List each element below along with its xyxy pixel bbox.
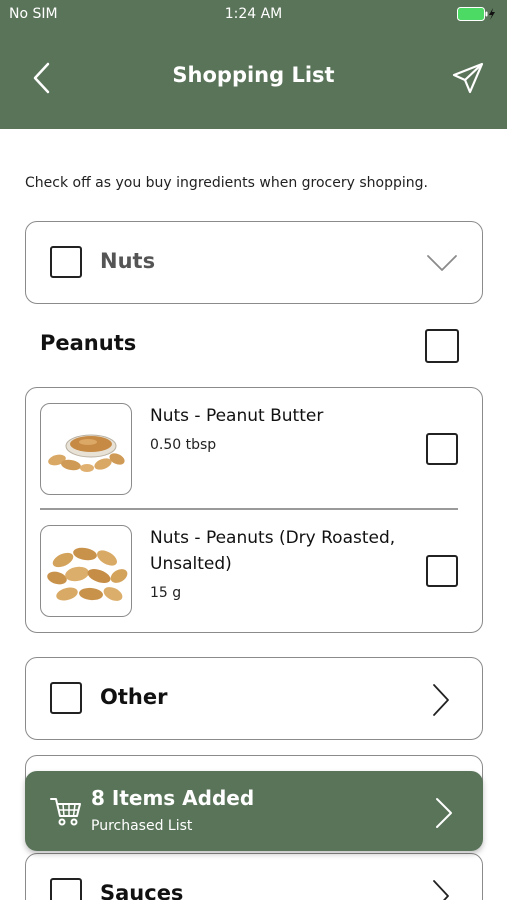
category-checkbox-sauces[interactable] — [50, 878, 82, 900]
chevron-right-icon[interactable] — [432, 683, 450, 717]
category-label-sauces: Sauces — [100, 881, 184, 900]
status-bar: No SIM 1:24 AM — [0, 0, 507, 28]
category-checkbox-other[interactable] — [50, 682, 82, 714]
page-title: Shopping List — [172, 63, 335, 87]
item-image-peanuts — [40, 525, 132, 617]
item-divider — [40, 508, 458, 510]
chevron-down-icon[interactable] — [426, 254, 458, 272]
category-card-sauces[interactable]: Sauces — [25, 853, 483, 900]
item-quantity: 0.50 tbsp — [150, 437, 217, 453]
item-checkbox[interactable] — [426, 433, 458, 465]
nav-bar: Shopping List — [0, 28, 507, 129]
item-name: Nuts - Peanut Butter — [150, 406, 324, 426]
category-card-other[interactable]: Other — [25, 657, 483, 740]
item-name: Nuts - Peanuts (Dry Roasted, Unsalted) — [150, 528, 396, 574]
category-checkbox-nuts[interactable] — [50, 246, 82, 278]
item-checkbox[interactable] — [426, 555, 458, 587]
chevron-right-icon[interactable] — [432, 879, 450, 900]
category-card-nuts[interactable]: Nuts — [25, 221, 483, 304]
shopping-cart-icon — [50, 798, 81, 826]
item-quantity: 15 g — [150, 585, 182, 601]
group-checkbox-peanuts[interactable] — [425, 329, 459, 363]
category-label-nuts: Nuts — [100, 249, 156, 273]
banner-title: 8 Items Added — [91, 786, 255, 810]
status-time: 1:24 AM — [224, 6, 283, 22]
item-image-peanut-butter — [40, 403, 132, 495]
category-label-other: Other — [100, 685, 168, 709]
chevron-right-icon — [436, 798, 452, 828]
purchased-list-banner[interactable]: 8 Items Added Purchased List — [25, 771, 483, 851]
items-card-peanuts: Nuts - Peanut Butter 0.50 tbsp Nuts - Pe… — [25, 387, 483, 633]
group-label-peanuts: Peanuts — [40, 331, 137, 355]
paper-plane-icon[interactable] — [451, 61, 485, 95]
battery-icon — [457, 7, 495, 21]
banner-subtitle: Purchased List — [91, 818, 193, 834]
instructions-text: Check off as you buy ingredients when gr… — [25, 175, 428, 191]
